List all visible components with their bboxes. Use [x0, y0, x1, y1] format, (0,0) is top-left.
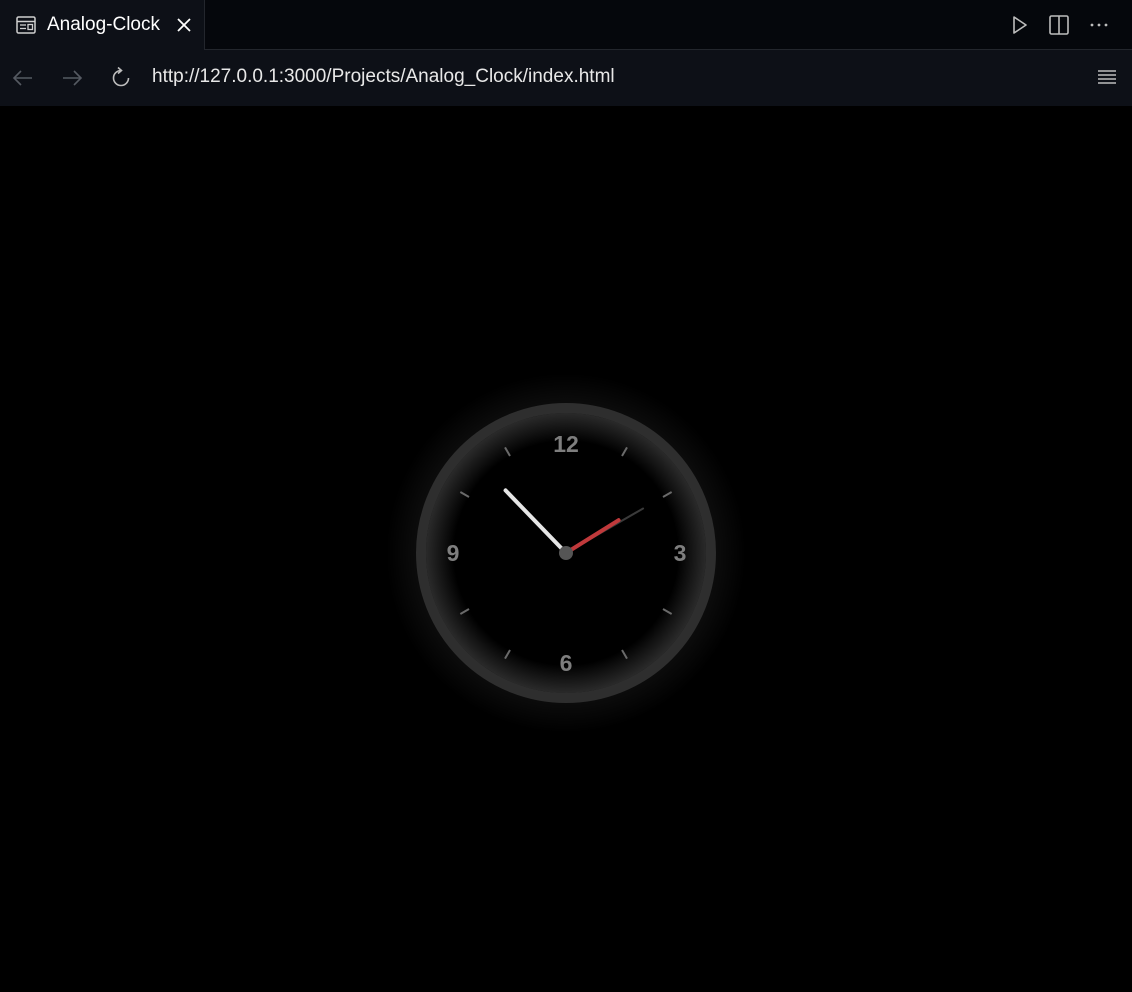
close-icon[interactable]: [175, 16, 193, 34]
back-arrow-icon[interactable]: [11, 66, 35, 90]
tab-analog-clock[interactable]: Analog-Clock: [0, 0, 205, 51]
browser-preview-icon: [16, 16, 36, 34]
menu-icon[interactable]: [1096, 66, 1118, 88]
numeral-12: 12: [553, 431, 579, 457]
more-icon[interactable]: [1088, 14, 1110, 36]
tab-bar: Analog-Clock: [0, 0, 1132, 51]
numeral-6: 6: [560, 650, 573, 676]
tab-title: Analog-Clock: [47, 14, 160, 35]
numeral-9: 9: [447, 540, 460, 566]
forward-arrow-icon[interactable]: [60, 66, 84, 90]
address-bar: http://127.0.0.1:3000/Projects/Analog_Cl…: [0, 50, 1132, 106]
split-editor-icon[interactable]: [1048, 14, 1070, 36]
analog-clock: 12 3 6 9: [386, 373, 746, 733]
page-viewport: 12 3 6 9: [0, 106, 1132, 992]
clock-center-pin: [559, 546, 573, 560]
numeral-3: 3: [674, 540, 687, 566]
reload-icon[interactable]: [109, 66, 133, 90]
url-field[interactable]: http://127.0.0.1:3000/Projects/Analog_Cl…: [152, 66, 615, 88]
run-icon[interactable]: [1008, 14, 1030, 36]
